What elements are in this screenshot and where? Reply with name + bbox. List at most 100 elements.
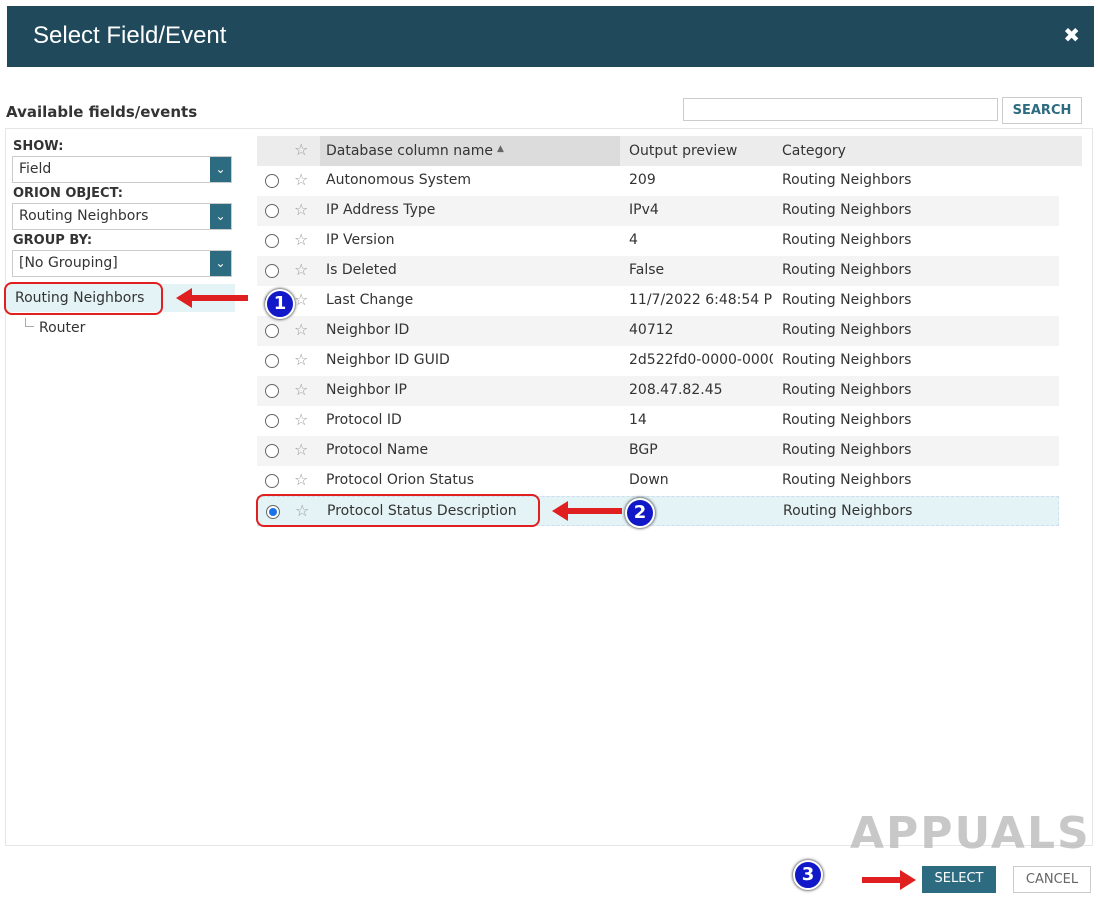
annotation-badge-2: 2	[625, 498, 655, 528]
cell-preview: False	[629, 262, 665, 278]
header-category[interactable]: Category	[782, 143, 846, 159]
row-radio[interactable]	[265, 174, 279, 188]
dialog-header: Select Field/Event ✖	[7, 6, 1094, 67]
cell-name: Autonomous System	[326, 172, 471, 188]
table-row[interactable]: ☆ Is Deleted False Routing Neighbors	[257, 256, 1059, 286]
header-name: Database column name	[326, 143, 493, 159]
chevron-down-icon: ⌄	[210, 204, 231, 229]
table-row[interactable]: ☆ Last Change 11/7/2022 6:48:54 PM Routi…	[257, 286, 1059, 316]
cell-category: Routing Neighbors	[782, 232, 912, 248]
object-select[interactable]: Routing Neighbors ⌄	[12, 203, 232, 230]
star-icon[interactable]: ☆	[294, 200, 308, 219]
star-icon[interactable]: ☆	[294, 170, 308, 189]
show-select[interactable]: Field ⌄	[12, 156, 232, 183]
star-icon[interactable]: ☆	[294, 290, 308, 309]
table-row[interactable]: ☆ Protocol Orion Status Down Routing Nei…	[257, 466, 1059, 496]
row-radio[interactable]	[265, 324, 279, 338]
cell-name: Is Deleted	[326, 262, 397, 278]
table-row[interactable]: ☆ Autonomous System 209 Routing Neighbor…	[257, 166, 1059, 196]
row-radio[interactable]	[265, 264, 279, 278]
cell-preview: IPv4	[629, 202, 659, 218]
highlight-ring	[4, 282, 163, 315]
star-icon[interactable]: ☆	[294, 140, 308, 159]
star-icon[interactable]: ☆	[294, 380, 308, 399]
cell-preview: 4	[629, 232, 638, 248]
table-row[interactable]: ☆ IP Version 4 Routing Neighbors	[257, 226, 1059, 256]
chevron-down-icon: ⌄	[210, 157, 231, 182]
cell-name: Neighbor ID GUID	[326, 352, 450, 368]
star-icon[interactable]: ☆	[294, 260, 308, 279]
available-label: Available fields/events	[6, 103, 198, 121]
tree-connector	[25, 318, 34, 327]
cell-preview: 2d522fd0-0000-0000	[629, 352, 773, 368]
cell-category: Routing Neighbors	[782, 322, 912, 338]
cancel-button[interactable]: CANCEL	[1013, 866, 1091, 893]
cell-name: IP Address Type	[326, 202, 436, 218]
cell-name: Last Change	[326, 292, 414, 308]
cell-category: Routing Neighbors	[782, 442, 912, 458]
star-icon[interactable]: ☆	[294, 410, 308, 429]
sort-asc-icon: ▲	[497, 144, 504, 154]
row-radio[interactable]	[265, 204, 279, 218]
search-input[interactable]	[683, 98, 998, 121]
table-row[interactable]: ☆ Protocol Name BGP Routing Neighbors	[257, 436, 1059, 466]
cell-name: Neighbor ID	[326, 322, 410, 338]
star-icon[interactable]: ☆	[294, 470, 308, 489]
annotation-badge-3: 3	[793, 860, 823, 890]
tree-item-router[interactable]: Router	[39, 320, 85, 336]
row-radio[interactable]	[265, 414, 279, 428]
header-preview[interactable]: Output preview	[629, 143, 737, 159]
row-radio[interactable]	[265, 444, 279, 458]
table-row[interactable]: ☆ Protocol ID 14 Routing Neighbors	[257, 406, 1059, 436]
cell-preview: BGP	[629, 442, 658, 458]
cell-category: Routing Neighbors	[782, 262, 912, 278]
cell-category: Routing Neighbors	[782, 472, 912, 488]
table-row[interactable]: ☆ IP Address Type IPv4 Routing Neighbors	[257, 196, 1059, 226]
cell-category: Routing Neighbors	[782, 382, 912, 398]
cell-name: IP Version	[326, 232, 395, 248]
cell-preview: 11/7/2022 6:48:54 PM	[629, 292, 773, 308]
table-row[interactable]: ☆ Neighbor IP 208.47.82.45 Routing Neigh…	[257, 376, 1059, 406]
table-row[interactable]: ☆ Neighbor ID GUID 2d522fd0-0000-0000 Ro…	[257, 346, 1059, 376]
row-radio[interactable]	[265, 354, 279, 368]
show-value: Field	[19, 161, 52, 177]
group-label: GROUP BY:	[13, 233, 93, 248]
table-header: ☆ Database column name ▲ Output preview …	[257, 136, 1082, 166]
star-icon[interactable]: ☆	[294, 320, 308, 339]
close-icon[interactable]: ✖	[1063, 23, 1080, 47]
star-icon[interactable]: ☆	[294, 350, 308, 369]
cell-category: Routing Neighbors	[782, 352, 912, 368]
row-radio[interactable]	[265, 474, 279, 488]
show-label: SHOW:	[13, 139, 64, 154]
sort-column-name[interactable]: Database column name ▲	[320, 136, 620, 166]
cell-preview: Down	[629, 472, 669, 488]
cell-category: Routing Neighbors	[782, 202, 912, 218]
row-radio[interactable]	[265, 384, 279, 398]
cell-preview: 208.47.82.45	[629, 382, 723, 398]
cell-category: Routing Neighbors	[782, 292, 912, 308]
group-select[interactable]: [No Grouping] ⌄	[12, 250, 232, 277]
star-icon[interactable]: ☆	[294, 440, 308, 459]
arrow-annotation	[176, 288, 248, 308]
annotation-badge-1: 1	[265, 289, 295, 319]
highlight-ring	[256, 494, 540, 527]
select-button[interactable]: SELECT	[922, 866, 996, 893]
cell-name: Protocol Orion Status	[326, 472, 475, 488]
cell-preview: 14	[629, 412, 647, 428]
arrow-annotation	[862, 877, 902, 883]
cell-category: Routing Neighbors	[782, 172, 912, 188]
cell-name: Neighbor IP	[326, 382, 407, 398]
star-icon[interactable]: ☆	[294, 230, 308, 249]
arrow-annotation	[552, 501, 622, 521]
object-value: Routing Neighbors	[19, 208, 149, 224]
group-value: [No Grouping]	[19, 255, 118, 271]
object-label: ORION OBJECT:	[13, 186, 123, 201]
cell-name: Protocol ID	[326, 412, 402, 428]
row-radio[interactable]	[265, 234, 279, 248]
chevron-down-icon: ⌄	[210, 251, 231, 276]
dialog-title: Select Field/Event	[33, 22, 227, 49]
cell-category: Routing Neighbors	[782, 412, 912, 428]
search-button[interactable]: SEARCH	[1002, 97, 1082, 124]
table-row[interactable]: ☆ Neighbor ID 40712 Routing Neighbors	[257, 316, 1059, 346]
cell-preview: 40712	[629, 322, 674, 338]
